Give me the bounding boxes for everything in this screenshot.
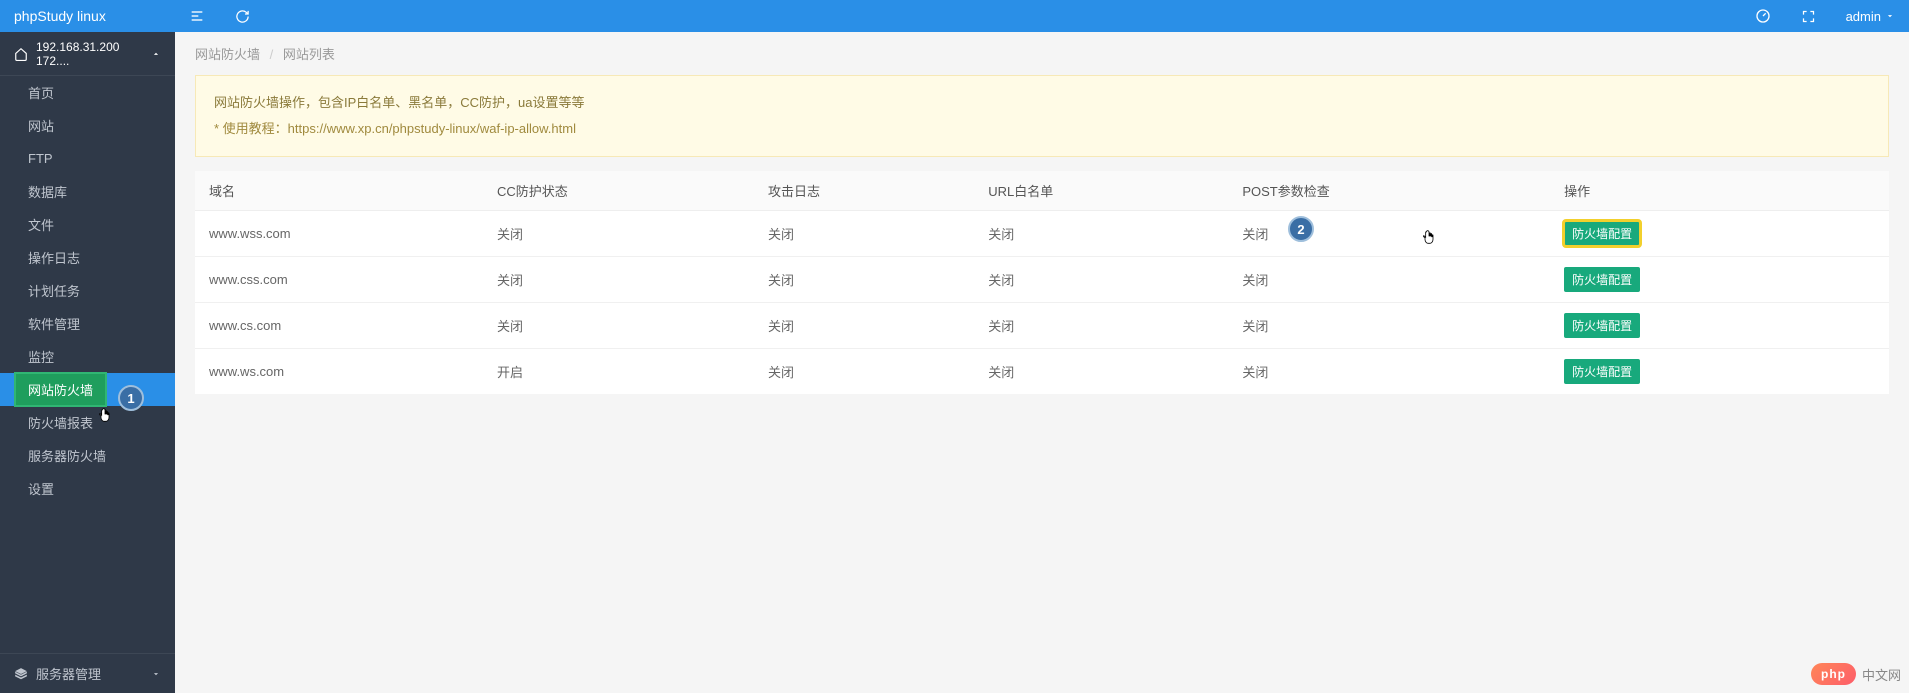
config-button[interactable]: 防火墙配置 — [1564, 267, 1640, 292]
nav-waf[interactable]: 网站防火墙 — [0, 373, 175, 406]
nav-server-firewall[interactable]: 服务器防火墙 — [0, 439, 175, 472]
config-button[interactable]: 防火墙配置 — [1564, 359, 1640, 384]
cell-cc: 关闭 — [483, 211, 754, 257]
cell-post: 关闭 — [1228, 303, 1550, 349]
cell-cc: 开启 — [483, 349, 754, 395]
nav-oplogs[interactable]: 操作日志 — [0, 241, 175, 274]
cell-whitelist: 关闭 — [974, 257, 1228, 303]
cell-whitelist: 关闭 — [974, 211, 1228, 257]
nav-item-label: 操作日志 — [28, 248, 80, 267]
nav-list: 首页 网站 FTP 数据库 文件 操作日志 计划任务 软件管理 监控 网站防火墙… — [0, 76, 175, 653]
menu-toggle-icon[interactable] — [189, 8, 205, 24]
nav-software[interactable]: 软件管理 — [0, 307, 175, 340]
breadcrumb-root[interactable]: 网站防火墙 — [195, 47, 260, 62]
sidebar-footer-label: 服务器管理 — [36, 664, 101, 683]
cell-post: 关闭 — [1228, 211, 1550, 257]
nav-item-label: 文件 — [28, 215, 54, 234]
info-line2: * 使用教程：https://www.xp.cn/phpstudy-linux/… — [214, 116, 1870, 142]
nav-settings[interactable]: 设置 — [0, 472, 175, 505]
watermark-badge: php — [1811, 663, 1856, 685]
cell-post: 关闭 — [1228, 257, 1550, 303]
cell-whitelist: 关闭 — [974, 349, 1228, 395]
cell-domain: www.ws.com — [195, 349, 483, 395]
waf-table: 域名 CC防护状态 攻击日志 URL白名单 POST参数检查 操作 www.ws… — [195, 171, 1889, 394]
config-button[interactable]: 防火墙配置 — [1564, 313, 1640, 338]
nav-database[interactable]: 数据库 — [0, 175, 175, 208]
brand-title: phpStudy linux — [0, 0, 175, 32]
nav-monitor[interactable]: 监控 — [0, 340, 175, 373]
cell-log: 关闭 — [754, 349, 974, 395]
server-label: 192.168.31.200 172.... — [36, 40, 151, 68]
annotation-callout-1: 1 — [118, 385, 144, 411]
cell-post: 关闭 — [1228, 349, 1550, 395]
table-header-row: 域名 CC防护状态 攻击日志 URL白名单 POST参数检查 操作 — [195, 171, 1889, 211]
nav-item-label: 网站 — [28, 116, 54, 135]
cell-whitelist: 关闭 — [974, 303, 1228, 349]
watermark: php 中文网 — [1811, 663, 1901, 685]
cursor-icon — [97, 407, 113, 425]
col-domain: 域名 — [195, 171, 483, 211]
home-icon — [14, 47, 28, 61]
sidebar-footer[interactable]: 服务器管理 — [0, 653, 175, 693]
nav-cron[interactable]: 计划任务 — [0, 274, 175, 307]
nav-item-label: 设置 — [28, 479, 54, 498]
nav-item-label: FTP — [28, 151, 53, 166]
nav-item-label: 网站防火墙 — [14, 372, 107, 407]
annotation-callout-2: 2 — [1288, 216, 1314, 242]
cursor-icon — [1421, 229, 1437, 247]
table-row: www.css.com 关闭 关闭 关闭 关闭 防火墙配置 — [195, 257, 1889, 303]
nav-files[interactable]: 文件 — [0, 208, 175, 241]
refresh-icon[interactable] — [235, 8, 250, 24]
chevron-up-icon — [151, 49, 161, 59]
nav-waf-report[interactable]: 防火墙报表 — [0, 406, 175, 439]
col-whitelist: URL白名单 — [974, 171, 1228, 211]
info-box: 网站防火墙操作，包含IP白名单、黑名单，CC防护，ua设置等等 * 使用教程：h… — [195, 75, 1889, 157]
content: 网站防火墙操作，包含IP白名单、黑名单，CC防护，ua设置等等 * 使用教程：h… — [175, 75, 1909, 414]
cell-cc: 关闭 — [483, 303, 754, 349]
cell-domain: www.wss.com — [195, 211, 483, 257]
sidebar: phpStudy linux 192.168.31.200 172.... 首页… — [0, 0, 175, 693]
cell-log: 关闭 — [754, 211, 974, 257]
main-area: admin 网站防火墙 / 网站列表 网站防火墙操作，包含IP白名单、黑名单，C… — [175, 0, 1909, 693]
nav-item-label: 数据库 — [28, 182, 67, 201]
cell-cc: 关闭 — [483, 257, 754, 303]
col-action: 操作 — [1550, 171, 1889, 211]
server-selector[interactable]: 192.168.31.200 172.... — [0, 32, 175, 76]
chevron-down-icon — [151, 669, 161, 679]
cell-log: 关闭 — [754, 303, 974, 349]
table-row: www.ws.com 开启 关闭 关闭 关闭 防火墙配置 — [195, 349, 1889, 395]
info-tutorial-link[interactable]: https://www.xp.cn/phpstudy-linux/waf-ip-… — [288, 121, 576, 136]
info-line1: 网站防火墙操作，包含IP白名单、黑名单，CC防护，ua设置等等 — [214, 90, 1870, 116]
config-button[interactable]: 防火墙配置 — [1564, 221, 1640, 246]
table-row: www.wss.com 关闭 关闭 关闭 关闭 防火墙配置 — [195, 211, 1889, 257]
nav-item-label: 监控 — [28, 347, 54, 366]
col-cc: CC防护状态 — [483, 171, 754, 211]
table-row: www.cs.com 关闭 关闭 关闭 关闭 防火墙配置 — [195, 303, 1889, 349]
breadcrumb-current: 网站列表 — [283, 47, 335, 62]
cell-log: 关闭 — [754, 257, 974, 303]
cell-domain: www.cs.com — [195, 303, 483, 349]
breadcrumb: 网站防火墙 / 网站列表 — [175, 32, 1909, 75]
breadcrumb-sep: / — [270, 47, 274, 62]
nav-item-label: 首页 — [28, 83, 54, 102]
cell-domain: www.css.com — [195, 257, 483, 303]
nav-item-label: 软件管理 — [28, 314, 80, 333]
nav-home[interactable]: 首页 — [0, 76, 175, 109]
col-log: 攻击日志 — [754, 171, 974, 211]
nav-ftp[interactable]: FTP — [0, 142, 175, 175]
info-line2-prefix: * 使用教程： — [214, 121, 288, 136]
nav-item-label: 防火墙报表 — [28, 413, 93, 432]
topbar: admin — [175, 0, 1909, 32]
stack-icon — [14, 667, 28, 681]
dashboard-icon[interactable] — [1755, 8, 1771, 24]
nav-item-label: 服务器防火墙 — [28, 446, 106, 465]
user-label: admin — [1846, 9, 1881, 24]
user-menu[interactable]: admin — [1846, 9, 1895, 24]
fullscreen-icon[interactable] — [1801, 9, 1816, 24]
nav-item-label: 计划任务 — [28, 281, 80, 300]
nav-website[interactable]: 网站 — [0, 109, 175, 142]
watermark-text: 中文网 — [1862, 665, 1901, 684]
col-post: POST参数检查 — [1228, 171, 1550, 211]
